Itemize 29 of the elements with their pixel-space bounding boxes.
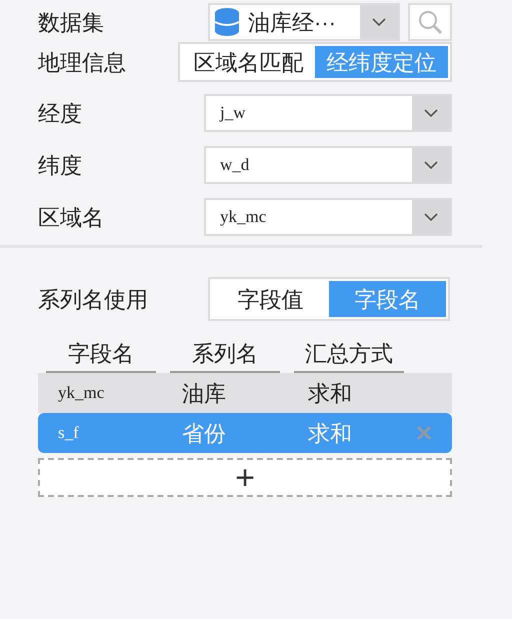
search-icon bbox=[417, 9, 443, 35]
table-cell-text: yk_mc bbox=[57, 382, 106, 404]
table-cell-text: s_f bbox=[57, 422, 80, 444]
chevron-icon bbox=[412, 200, 450, 234]
field-label: 经度 bbox=[38, 100, 83, 128]
search-button[interactable] bbox=[408, 3, 452, 41]
chevron-icon bbox=[412, 96, 450, 130]
field-label: 区域名 bbox=[38, 204, 105, 232]
close-icon[interactable] bbox=[416, 425, 432, 441]
table-row[interactable]: yk_mc 油库 求和 bbox=[38, 373, 452, 413]
add-button[interactable]: + bbox=[38, 458, 452, 497]
field-label: 地理信息 bbox=[38, 48, 127, 76]
dropdown-value: yk_mc bbox=[219, 206, 268, 228]
chevron-icon bbox=[412, 148, 450, 182]
table-cell-text: 省份 bbox=[181, 420, 227, 448]
table-cell-text: 油库 bbox=[181, 380, 227, 408]
chevron-icon bbox=[360, 5, 398, 39]
dropdown-value: 油库经··· bbox=[248, 8, 337, 36]
dataset-dropdown[interactable]: 油库经··· bbox=[208, 3, 400, 41]
dropdown-value: w_d bbox=[219, 154, 250, 176]
dropdown[interactable]: j_w bbox=[204, 94, 452, 132]
table-cell-text: 求和 bbox=[307, 420, 353, 448]
field-label: 纬度 bbox=[38, 152, 83, 180]
dropdown-value: j_w bbox=[218, 102, 246, 124]
dropdown[interactable]: w_d bbox=[204, 146, 452, 184]
field-label: 数据集 bbox=[38, 8, 105, 36]
dropdown[interactable]: yk_mc bbox=[204, 198, 452, 236]
table-cell-text: 求和 bbox=[307, 380, 353, 408]
field-label: 系列名使用 bbox=[38, 286, 149, 314]
